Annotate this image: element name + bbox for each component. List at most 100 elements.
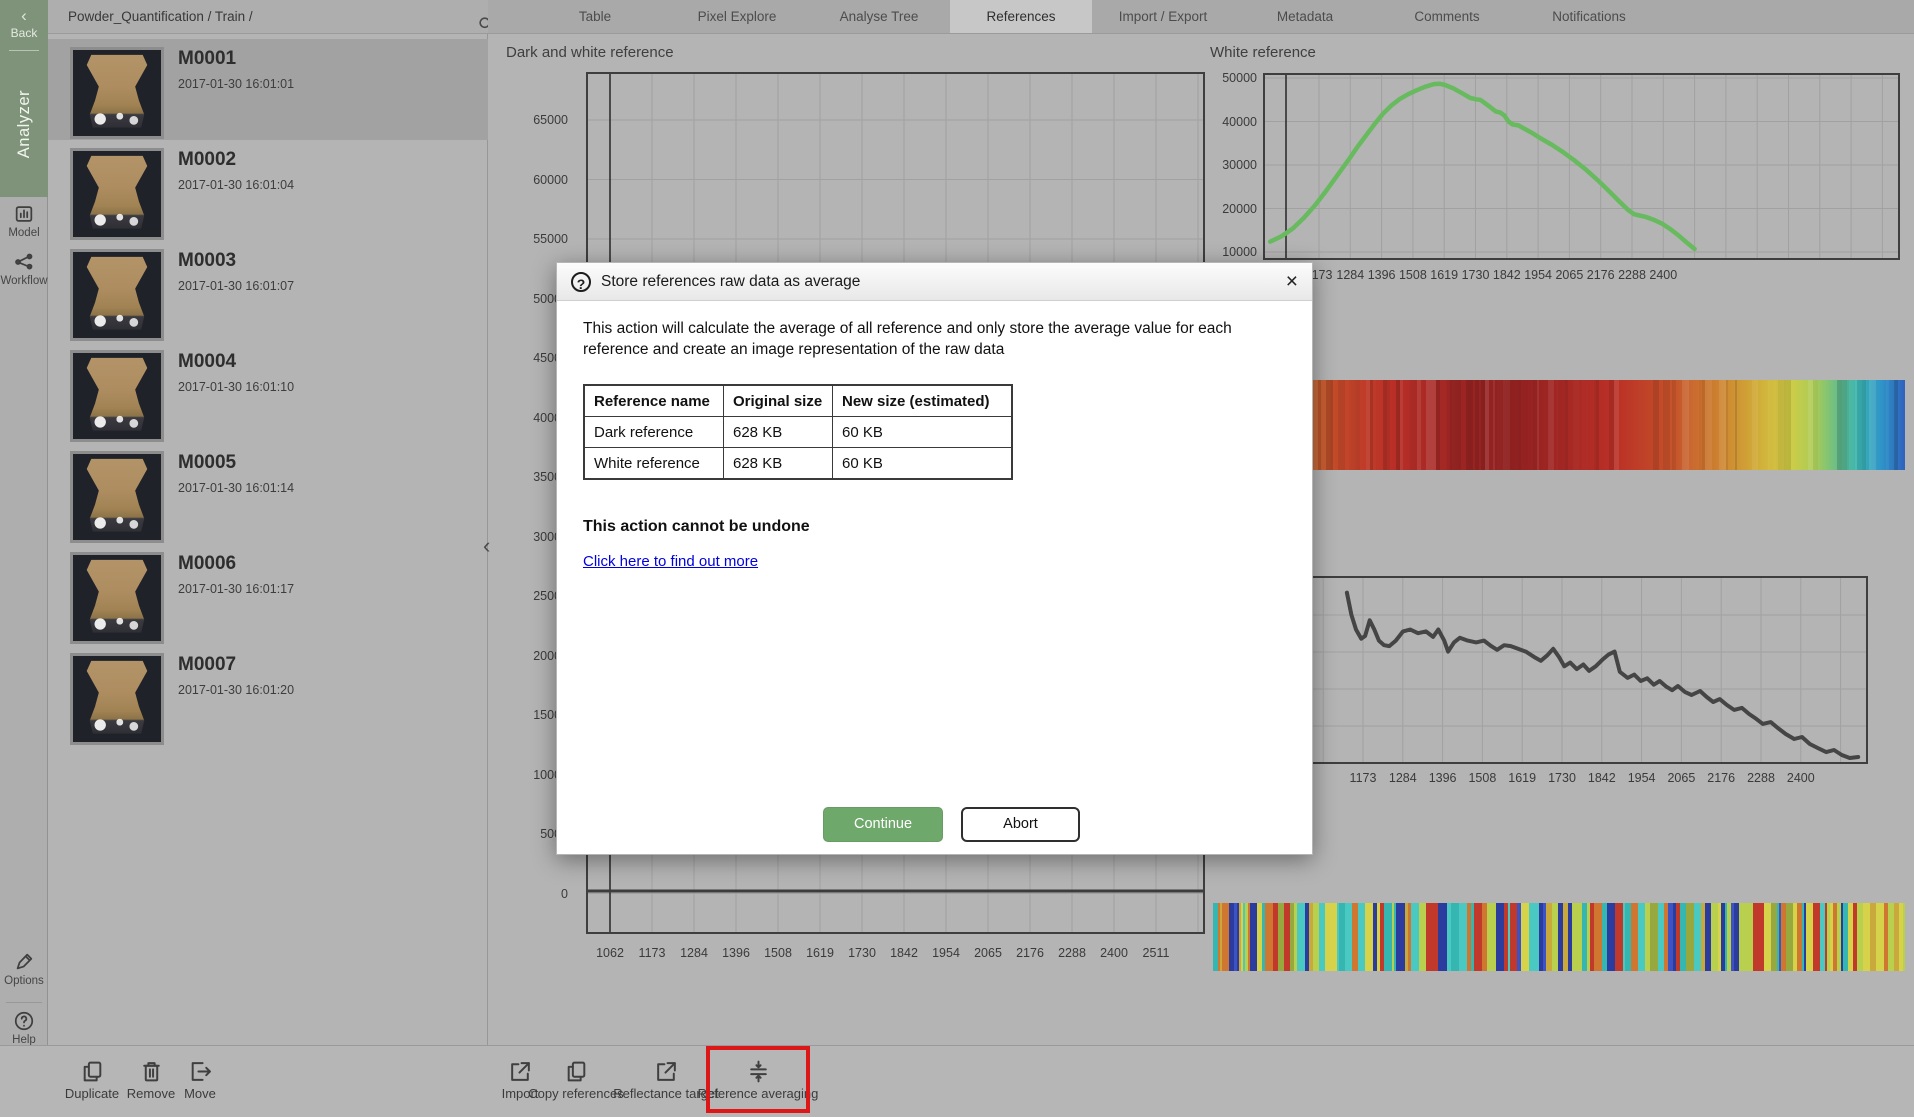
sample-row-m0002[interactable]: M0002 2017-01-30 16:01:04 [48, 140, 488, 241]
divider [6, 1002, 42, 1003]
breadcrumb[interactable]: Powder_Quantification / Train / [68, 9, 253, 24]
copy-icon [564, 1059, 589, 1084]
x-axis-tick: 2065 [1555, 268, 1583, 282]
sidebar-item-workflow[interactable]: Workflow [0, 251, 48, 287]
sample-row-m0005[interactable]: M0005 2017-01-30 16:01:14 [48, 443, 488, 544]
tab-metadata[interactable]: Metadata [1234, 0, 1376, 33]
x-axis-tick: 1730 [1548, 771, 1576, 785]
sample-timestamp: 2017-01-30 16:01:01 [178, 77, 294, 91]
sample-thumbnail [70, 148, 164, 240]
table-cell: 628 KB [724, 417, 833, 448]
table-row: Dark reference628 KB60 KB [584, 417, 1012, 448]
x-axis-tick: 1284 [1389, 771, 1417, 785]
store-references-dialog: ? Store references raw data as average ×… [556, 262, 1313, 855]
back-button[interactable]: Back [0, 26, 48, 40]
back-chevron-icon[interactable]: ‹ [0, 6, 48, 26]
x-axis-tick: 1842 [1493, 268, 1521, 282]
dialog-description: This action will calculate the average o… [583, 318, 1286, 360]
x-axis-tick: 1730 [848, 946, 876, 960]
x-axis-tick: 1508 [1399, 268, 1427, 282]
tab-notifications[interactable]: Notifications [1518, 0, 1660, 33]
x-axis-tick: 1842 [1588, 771, 1616, 785]
abort-button[interactable]: Abort [961, 807, 1080, 842]
x-axis-tick: 1954 [1628, 771, 1656, 785]
x-axis-tick: 1508 [764, 946, 792, 960]
table-header: New size (estimated) [833, 385, 1013, 417]
x-axis-tick: 1842 [890, 946, 918, 960]
tab-references[interactable]: References [950, 0, 1092, 33]
x-axis-tick: 1730 [1462, 268, 1490, 282]
y-axis-tick: 0 [508, 887, 568, 901]
workflow-icon [13, 251, 35, 273]
sample-row-m0007[interactable]: M0007 2017-01-30 16:01:20 [48, 645, 488, 746]
sample-id: M0001 [178, 48, 294, 70]
bottom-toolbar: Visualize corrected reflectance target V… [0, 1045, 1914, 1117]
table-header: Original size [724, 385, 833, 417]
left-chart-title: Dark and white reference [506, 44, 674, 61]
sample-timestamp: 2017-01-30 16:01:04 [178, 178, 294, 192]
sample-thumbnail [70, 552, 164, 644]
tab-import-export[interactable]: Import / Export [1092, 0, 1234, 33]
workflow-icon [0, 251, 48, 273]
table-row: White reference628 KB60 KB [584, 448, 1012, 480]
x-axis-tick: 2400 [1787, 771, 1815, 785]
moveout-icon [188, 1059, 213, 1084]
x-axis-tick: 2511 [1143, 946, 1170, 960]
table-cell: White reference [584, 448, 724, 480]
sample-timestamp: 2017-01-30 16:01:17 [178, 582, 294, 596]
x-axis-tick: 2288 [1058, 946, 1086, 960]
white-reference-plot[interactable] [1263, 73, 1900, 260]
find-out-more-link[interactable]: Click here to find out more [583, 553, 1286, 570]
x-axis-tick: 1619 [1430, 268, 1458, 282]
sample-id: M0004 [178, 351, 294, 373]
export-icon [654, 1059, 679, 1084]
x-axis-tick: 1173 [639, 946, 666, 960]
continue-button[interactable]: Continue [823, 807, 943, 842]
tab-comments[interactable]: Comments [1376, 0, 1518, 33]
table-cell: 60 KB [833, 417, 1013, 448]
pencil-icon [0, 951, 48, 973]
annotation-highlight-box [706, 1046, 810, 1113]
sample-id: M0003 [178, 250, 294, 272]
x-axis-tick: 1284 [680, 946, 708, 960]
panel-collapse-handle[interactable]: ‹ [483, 536, 490, 556]
y-axis-tick: 55000 [508, 232, 568, 246]
sidebar-item-help[interactable]: Help [0, 1010, 48, 1046]
help-icon [13, 1010, 35, 1032]
table-cell: 60 KB [833, 448, 1013, 480]
x-axis-tick: 2176 [1016, 946, 1044, 960]
analyzer-section[interactable]: ‹ Back Analyzer [0, 0, 48, 197]
sample-row-m0006[interactable]: M0006 2017-01-30 16:01:17 [48, 544, 488, 645]
x-axis-tick: 2176 [1587, 268, 1615, 282]
y-axis-tick: 30000 [1197, 158, 1257, 172]
table-header: Reference name [584, 385, 724, 417]
x-axis-tick: 1284 [1336, 268, 1364, 282]
sidebar-item-model[interactable]: Model [0, 203, 48, 239]
tab-pixel-explore[interactable]: Pixel Explore [666, 0, 808, 33]
sidebar: ‹ Back Analyzer Model Workflow Options H… [0, 0, 48, 1117]
sidebar-item-options[interactable]: Options [0, 951, 48, 987]
sample-row-m0003[interactable]: M0003 2017-01-30 16:01:07 [48, 241, 488, 342]
x-axis-tick: 2065 [1667, 771, 1695, 785]
y-axis-tick: 60000 [508, 173, 568, 187]
tool-move[interactable]: Move [135, 1059, 265, 1101]
sample-id: M0006 [178, 553, 294, 575]
sample-row-m0004[interactable]: M0004 2017-01-30 16:01:10 [48, 342, 488, 443]
pencil-icon [13, 951, 35, 973]
dialog-title: Store references raw data as average [601, 273, 860, 291]
sample-timestamp: 2017-01-30 16:01:07 [178, 279, 294, 293]
question-circle-icon[interactable]: ? [571, 272, 591, 292]
help-icon [0, 1010, 48, 1032]
tab-table[interactable]: Table [524, 0, 666, 33]
tab-analyse-tree[interactable]: Analyse Tree [808, 0, 950, 33]
close-icon[interactable]: × [1286, 272, 1298, 292]
x-axis-tick: 1508 [1468, 771, 1496, 785]
sample-id: M0005 [178, 452, 294, 474]
sample-thumbnail [70, 249, 164, 341]
x-axis-tick: 1396 [1429, 771, 1457, 785]
sample-row-m0001[interactable]: M0001 2017-01-30 16:01:01 [48, 39, 488, 140]
analyzer-tab[interactable]: Analyzer [0, 58, 48, 190]
dark-reference-raw-image-strip [1213, 903, 1905, 971]
x-axis-tick: 1396 [722, 946, 750, 960]
x-axis-tick: 1954 [1524, 268, 1552, 282]
